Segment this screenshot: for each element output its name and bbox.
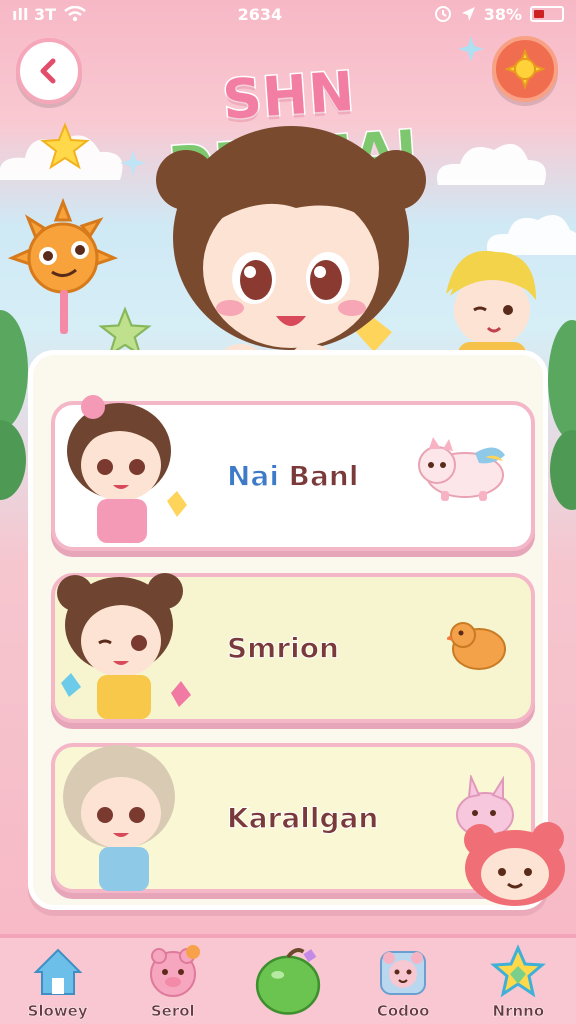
chevron-left-icon — [40, 58, 56, 84]
bush-right-decoration — [548, 320, 576, 510]
nav-label: Serol — [150, 1002, 195, 1021]
duck-pet-icon — [447, 622, 506, 670]
wifi-icon — [64, 6, 86, 22]
nav-item-apple[interactable] — [238, 944, 338, 1024]
pig-pet-icon — [418, 437, 505, 501]
character-avatar — [57, 573, 191, 719]
star-icon-yellow — [40, 122, 90, 170]
character-name: Smrion — [227, 631, 340, 665]
hero-character-portrait — [156, 126, 426, 364]
character-avatar — [67, 395, 187, 543]
back-button[interactable] — [16, 38, 82, 104]
nav-item-codoo[interactable]: Codoo — [353, 944, 453, 1024]
battery-fill — [534, 10, 544, 18]
character-card[interactable]: Nai Banl — [51, 395, 535, 551]
status-bar: ıll 3T 2634 38% — [0, 0, 576, 28]
nav-label: Slowey — [27, 1002, 88, 1021]
apple-icon — [255, 948, 321, 1015]
character-name-accent: Nai — [227, 459, 280, 493]
bush-left-decoration — [0, 310, 28, 500]
sparkle-icon — [120, 150, 146, 176]
status-right: 38% — [434, 5, 564, 24]
cloud-right-decoration — [436, 143, 546, 185]
nav-item-slowey[interactable]: Slowey — [8, 944, 108, 1024]
nav-label: Nrnno — [492, 1002, 545, 1021]
battery-percent: 38% — [483, 4, 522, 24]
pig-icon — [149, 945, 200, 997]
nav-item-serol[interactable]: Serol — [123, 944, 223, 1024]
carrier-text: ıll 3T — [12, 4, 57, 24]
location-icon — [461, 7, 475, 21]
bottom-navigation: Slowey Serol Codoo Nrnno — [0, 934, 576, 1024]
nav-label: Codoo — [376, 1002, 430, 1021]
character-name: Nai Banl — [227, 459, 359, 493]
character-name: Karallgan — [226, 801, 379, 835]
nav-item-nrnno[interactable]: Nrnno — [468, 944, 568, 1024]
bear-character-icon — [464, 822, 565, 906]
sun-icon — [505, 49, 545, 89]
character-avatar — [63, 745, 175, 891]
alarm-icon — [434, 6, 451, 22]
sun-button[interactable] — [492, 36, 558, 102]
character-card[interactable]: Smrion — [51, 573, 535, 723]
character-name-rest: Karallgan — [226, 801, 379, 835]
house-icon — [33, 948, 83, 995]
battery-icon — [530, 6, 564, 22]
clock-text: 2634 — [237, 4, 283, 24]
bear-icon — [380, 951, 427, 995]
character-name-rest: Smrion — [227, 631, 340, 665]
status-left: ıll 3T — [12, 5, 86, 24]
character-name-rest: Banl — [278, 459, 359, 493]
star-icon — [490, 944, 547, 998]
sparkle-icon-top — [458, 36, 484, 62]
